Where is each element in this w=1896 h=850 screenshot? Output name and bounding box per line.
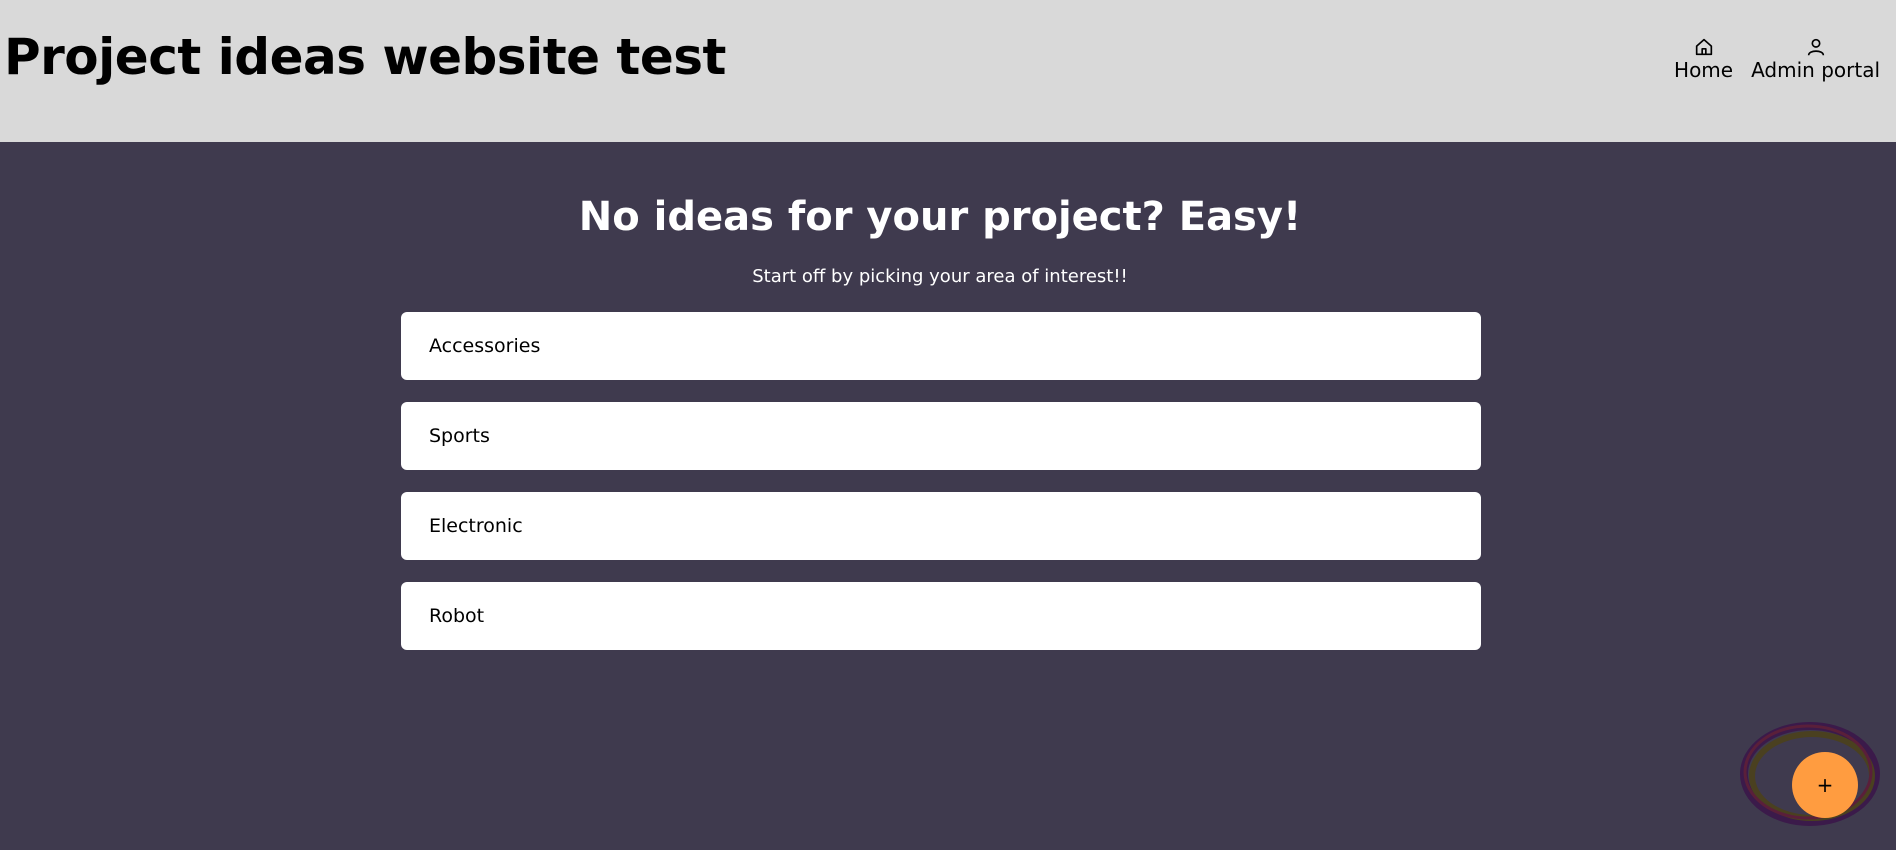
hero-title: No ideas for your project? Easy! [578,194,1302,240]
user-icon [1807,38,1824,56]
site-header: Project ideas website test Home Admin po… [0,0,1896,142]
nav-admin-portal[interactable]: Admin portal [1751,36,1880,82]
category-label: Robot [429,605,485,627]
plus-icon: + [1816,773,1834,797]
nav-home-label: Home [1674,58,1734,82]
category-label: Accessories [429,335,541,357]
top-nav: Home Admin portal [1674,36,1880,82]
hero-subtitle: Start off by picking your area of intere… [752,266,1128,287]
category-accessories[interactable]: Accessories [401,312,1481,380]
category-robot[interactable]: Robot [401,582,1481,650]
category-label: Electronic [429,515,523,537]
site-title: Project ideas website test [4,28,726,86]
nav-home[interactable]: Home [1674,36,1733,82]
add-idea-button[interactable]: + [1792,752,1858,818]
nav-admin-portal-label: Admin portal [1751,58,1880,82]
main-content: No ideas for your project? Easy! Start o… [0,142,1896,850]
category-electronic[interactable]: Electronic [401,492,1481,560]
category-list: Accessories Sports Electronic Robot [401,312,1481,672]
category-sports[interactable]: Sports [401,402,1481,470]
home-icon [1695,38,1712,56]
category-label: Sports [429,425,490,447]
